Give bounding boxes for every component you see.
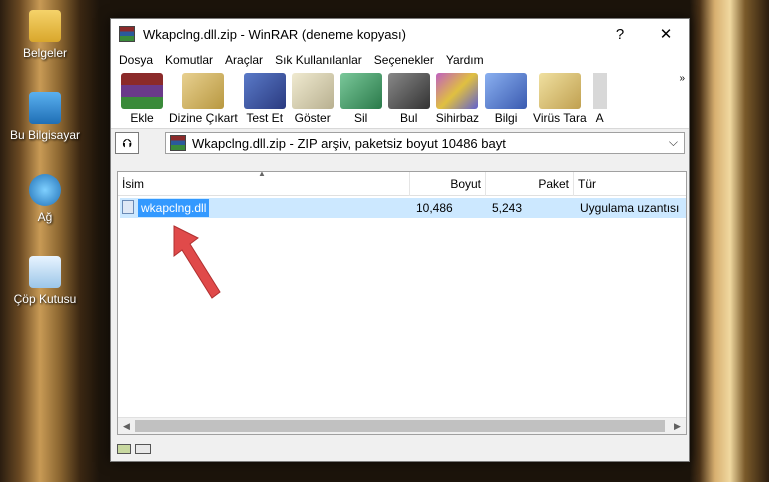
drive-icon xyxy=(117,444,131,454)
up-folder-button[interactable]: ⮉ xyxy=(115,132,139,154)
network-icon xyxy=(29,174,61,206)
file-list[interactable]: ▲ İsim Boyut Paket Tür wkapclng.dll 10,4… xyxy=(117,171,687,435)
wizard-icon xyxy=(436,73,479,109)
toolbar-virus-scan-button[interactable]: Virüs Tara xyxy=(533,71,587,125)
file-packed: 5,243 xyxy=(492,201,523,215)
desktop-icon-this-pc[interactable]: Bu Bilgisayar xyxy=(5,92,85,142)
scroll-right-arrow[interactable]: ▶ xyxy=(669,418,686,434)
file-name: wkapclng.dll xyxy=(138,199,210,217)
toolbar-view-button[interactable]: Göster xyxy=(291,71,334,125)
toolbar-test-button[interactable]: Test Et xyxy=(243,71,286,125)
archive-icon xyxy=(170,135,186,151)
desktop-icon-network[interactable]: Ağ xyxy=(5,174,85,224)
folder-icon xyxy=(29,10,61,42)
help-button[interactable]: ? xyxy=(597,19,643,49)
find-icon xyxy=(387,73,430,109)
dll-file-icon xyxy=(122,200,134,214)
view-icon xyxy=(291,73,334,109)
address-bar: ⮉ Wkapclng.dll.zip - ZIP arşiv, paketsiz… xyxy=(111,129,689,157)
menu-bar: Dosya Komutlar Araçlar Sık Kullanılanlar… xyxy=(111,49,689,71)
toolbar-delete-button[interactable]: Sil xyxy=(339,71,382,125)
scrollbar-thumb[interactable] xyxy=(135,420,665,432)
info-icon xyxy=(485,73,528,109)
menu-file[interactable]: Dosya xyxy=(113,53,159,67)
add-icon xyxy=(121,73,163,109)
virus-scan-icon xyxy=(538,73,581,109)
close-button[interactable]: ✕ xyxy=(643,19,689,49)
menu-favorites[interactable]: Sık Kullanılanlar xyxy=(269,53,368,67)
toolbar: Ekle Dizine Çıkart Test Et Göster Sil Bu… xyxy=(111,71,689,129)
status-bar xyxy=(111,437,689,461)
toolbar-add-button[interactable]: Ekle xyxy=(121,71,163,125)
sort-ascending-icon: ▲ xyxy=(258,171,266,178)
scroll-left-arrow[interactable]: ◀ xyxy=(118,418,135,434)
desktop-icon-recycle-bin[interactable]: Çöp Kutusu xyxy=(5,256,85,306)
delete-icon xyxy=(339,73,382,109)
menu-tools[interactable]: Araçlar xyxy=(219,53,269,67)
table-row[interactable]: wkapclng.dll 10,486 5,243 Uygulama uzant… xyxy=(120,198,686,218)
desktop-icon-documents[interactable]: Belgeler xyxy=(5,10,85,60)
column-header-type[interactable]: Tür xyxy=(574,172,686,196)
comment-icon xyxy=(592,73,607,109)
test-icon xyxy=(243,73,286,109)
chevron-down-icon[interactable]: ⌵ xyxy=(669,135,678,150)
computer-icon xyxy=(29,92,61,124)
menu-options[interactable]: Seçenekler xyxy=(368,53,440,67)
column-header-packed[interactable]: Paket xyxy=(486,172,574,196)
extract-icon xyxy=(182,73,225,109)
file-list-header: ▲ İsim Boyut Paket Tür xyxy=(118,172,686,196)
toolbar-extract-button[interactable]: Dizine Çıkart xyxy=(169,71,238,125)
pointer-arrow-icon xyxy=(173,225,221,299)
path-text: Wkapclng.dll.zip - ZIP arşiv, paketsiz b… xyxy=(192,135,506,151)
column-header-size[interactable]: Boyut xyxy=(410,172,486,196)
desktop-icon-label: Ağ xyxy=(37,210,53,224)
key-icon xyxy=(135,444,151,454)
desktop-icon-label: Bu Bilgisayar xyxy=(9,128,81,142)
horizontal-scrollbar[interactable]: ◀ ▶ xyxy=(118,417,686,434)
toolbar-overflow-chevron[interactable]: » xyxy=(679,73,685,84)
path-dropdown[interactable]: Wkapclng.dll.zip - ZIP arşiv, paketsiz b… xyxy=(165,132,685,154)
file-size: 10,486 xyxy=(416,201,453,215)
window-title: Wkapclng.dll.zip - WinRAR (deneme kopyas… xyxy=(143,26,406,42)
toolbar-comment-button[interactable]: A xyxy=(592,71,607,125)
title-bar[interactable]: Wkapclng.dll.zip - WinRAR (deneme kopyas… xyxy=(111,19,689,49)
desktop-icon-label: Çöp Kutusu xyxy=(13,292,77,306)
menu-help[interactable]: Yardım xyxy=(440,53,490,67)
menu-commands[interactable]: Komutlar xyxy=(159,53,219,67)
toolbar-info-button[interactable]: Bilgi xyxy=(485,71,528,125)
winrar-app-icon xyxy=(119,26,135,42)
toolbar-wizard-button[interactable]: Sihirbaz xyxy=(436,71,479,125)
file-type: Uygulama uzantısı xyxy=(580,201,680,215)
desktop-icon-label: Belgeler xyxy=(22,46,68,60)
recycle-bin-icon xyxy=(29,256,61,288)
toolbar-find-button[interactable]: Bul xyxy=(387,71,430,125)
